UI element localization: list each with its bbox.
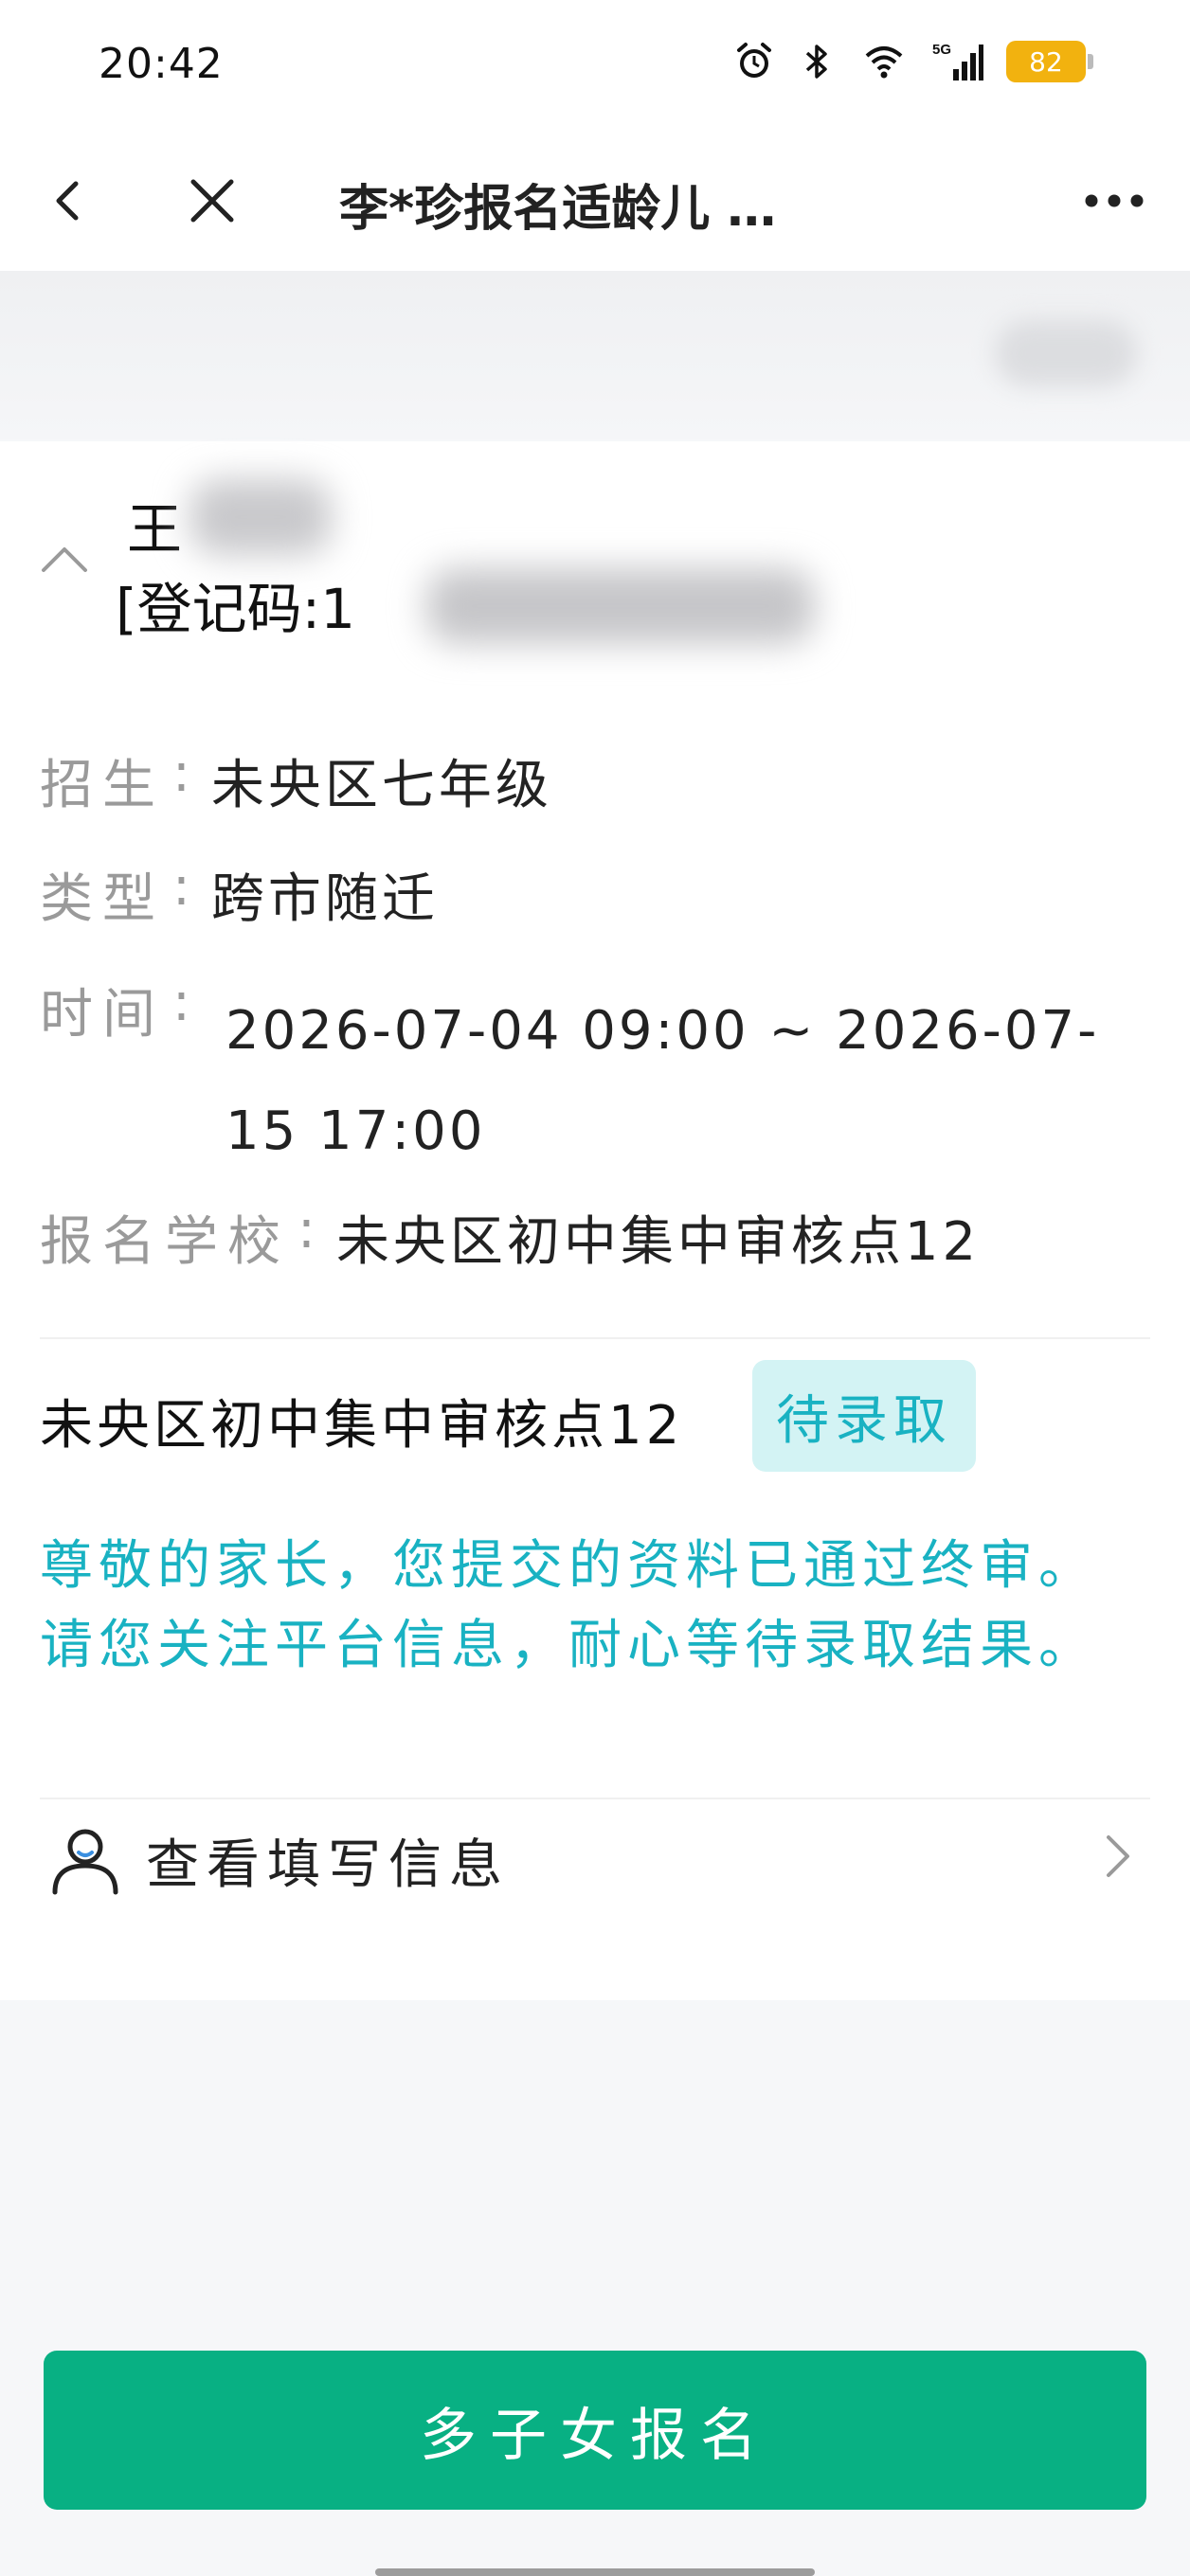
detail-row-type: 类型 : 跨市随迁: [40, 856, 439, 933]
bluetooth-icon: [805, 45, 827, 79]
detail-label: 时间: [40, 984, 165, 1046]
page-title: 李*珍报名适龄儿 …: [339, 181, 777, 238]
application-card: 王 [登记码:1 招生 : 未央区七年级 类型 : 跨市随迁 时间 : 2026…: [0, 441, 1190, 2000]
page: 20:42 5G 82 李*珍报名适龄儿 … 王 [登记码:1 招生: 未央区…: [0, 0, 1190, 2576]
status-icons: 5G 82: [733, 38, 1093, 85]
chevron-right-icon: [1107, 1835, 1129, 1877]
status-time: 20:42: [99, 40, 224, 88]
detail-value-time: 2026-07-04 09:00 ~ 2026-07-15 17:00: [225, 1000, 1100, 1162]
chevron-up-icon[interactable]: [36, 536, 93, 581]
view-info-label: 查看填写信息: [146, 1834, 510, 1896]
redacted-code: [426, 568, 815, 644]
detail-row-time: 时间 :: [40, 972, 211, 1048]
detail-colon: :: [298, 1199, 316, 1261]
redacted-name: [189, 479, 332, 555]
detail-row-school: 报名学校 : 未央区初中集中审核点12: [40, 1199, 980, 1276]
divider: [40, 1798, 1150, 1799]
back-icon[interactable]: [38, 170, 99, 231]
detail-label: 类型: [40, 868, 165, 930]
home-indicator[interactable]: [375, 2568, 815, 2576]
user-icon: [52, 1829, 118, 1895]
wifi-icon: [865, 46, 903, 79]
detail-label: 招生: [40, 755, 165, 816]
detail-colon: :: [172, 742, 190, 804]
detail-colon: :: [172, 856, 190, 918]
view-info-row[interactable]: 查看填写信息: [0, 1803, 1190, 1936]
detail-value: 跨市随迁: [210, 868, 439, 930]
registration-code: [登记码:1: [116, 577, 356, 641]
blurred-element: [995, 320, 1137, 386]
status-school: 未央区初中集中审核点12: [40, 1395, 684, 1457]
svg-text:5G: 5G: [932, 42, 951, 58]
more-icon[interactable]: [1076, 174, 1152, 227]
blurred-region: [0, 271, 1190, 439]
signal-5g-icon: 5G: [932, 42, 983, 80]
alarm-icon: [737, 43, 771, 78]
detail-label: 报名学校: [40, 1211, 290, 1273]
detail-value: 未央区初中集中审核点12: [335, 1211, 981, 1273]
status-badge: 待录取: [752, 1360, 976, 1472]
detail-row-enroll: 招生 : 未央区七年级: [40, 742, 552, 819]
status-bar: 20:42 5G 82: [0, 0, 1190, 133]
child-name: 王: [127, 497, 183, 562]
detail-colon: :: [172, 972, 190, 1033]
multi-child-enroll-button[interactable]: 多子女报名: [44, 2351, 1146, 2510]
detail-value: 未央区七年级: [210, 755, 552, 816]
close-icon[interactable]: [180, 169, 244, 233]
divider: [40, 1337, 1150, 1339]
status-notice: 尊敬的家长，您提交的资料已通过终审。请您关注平台信息，耐心等待录取结果。: [40, 1535, 1097, 1676]
title-bar: 李*珍报名适龄儿 …: [0, 133, 1190, 271]
battery-indicator: 82: [1006, 41, 1093, 82]
